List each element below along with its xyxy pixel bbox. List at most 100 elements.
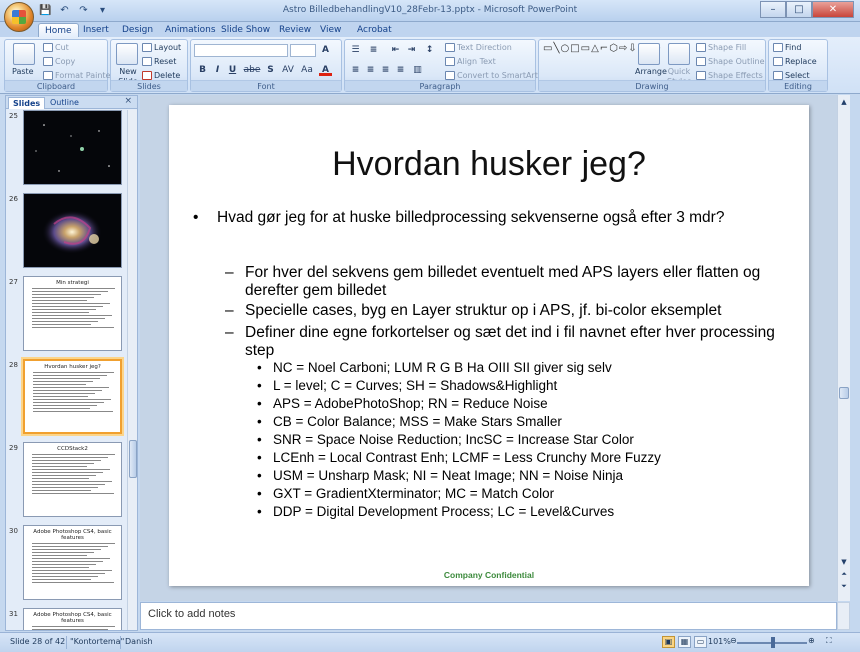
abbreviation-item[interactable]: APS = AdobePhotoShop; RN = Reduce Noise <box>255 395 795 413</box>
abbreviation-item[interactable]: L = level; C = Curves; SH = Shadows&High… <box>255 377 795 395</box>
justify-icon[interactable]: ≡ <box>394 64 407 76</box>
tab-insert[interactable]: Insert <box>77 23 115 37</box>
slide-scrollbar[interactable]: ▲ ▼ ⏶ ⏷ <box>837 95 850 601</box>
new-slide-icon[interactable] <box>116 43 138 65</box>
thumbnail-title: Min strategi <box>56 280 89 286</box>
decrease-indent-icon[interactable]: ⇤ <box>389 44 402 56</box>
align-left-icon[interactable]: ≡ <box>349 64 362 76</box>
cut-button[interactable]: Cut <box>43 43 69 53</box>
slide-sorter-icon[interactable]: ▦ <box>678 636 691 648</box>
shapes-gallery[interactable]: ▭╲○□▭△⌐⬡⇨⇩☆{} <box>543 43 661 79</box>
bullet-level-2[interactable]: Definer dine egne forkortelser og sæt de… <box>225 324 795 360</box>
tab-slides[interactable]: Slides <box>8 97 46 109</box>
tab-acrobat[interactable]: Acrobat <box>351 23 398 37</box>
tab-animations[interactable]: Animations <box>159 23 222 37</box>
tab-home[interactable]: Home <box>38 23 79 37</box>
bullet-level-2[interactable]: Specielle cases, byg en Layer struktur o… <box>225 302 795 320</box>
abbreviation-item[interactable]: USM = Unsharp Mask; NI = Neat Image; NN … <box>255 467 795 485</box>
office-button[interactable] <box>4 2 34 32</box>
change-case-button[interactable]: Aa <box>299 64 315 76</box>
thumbnails-scrollbar[interactable] <box>127 110 137 630</box>
abbreviation-item[interactable]: CB = Color Balance; MSS = Make Stars Sma… <box>255 413 795 431</box>
scroll-up-icon[interactable]: ▲ <box>839 97 849 107</box>
zoom-out-icon[interactable]: ⊖ <box>730 636 737 645</box>
fit-to-window-icon[interactable]: ⛶ <box>826 636 832 646</box>
paste-button[interactable]: Paste <box>12 67 34 77</box>
slide-thumbnail[interactable]: CCDStack2 <box>23 442 122 517</box>
font-color-button[interactable]: A <box>319 64 332 76</box>
copy-button[interactable]: Copy <box>43 57 75 67</box>
underline-button[interactable]: U <box>226 64 239 76</box>
language[interactable]: Danish <box>125 637 153 646</box>
zoom-level[interactable]: 101% <box>708 637 731 646</box>
zoom-in-icon[interactable]: ⊕ <box>808 636 815 645</box>
notes-scrollbar[interactable] <box>837 602 850 630</box>
numbering-icon[interactable]: ≡ <box>367 44 380 56</box>
close-pane-icon[interactable]: × <box>124 96 132 106</box>
align-text-button[interactable]: Align Text <box>445 57 496 67</box>
align-right-icon[interactable]: ≡ <box>379 64 392 76</box>
minimize-button[interactable]: – <box>760 1 786 18</box>
font-size-select[interactable] <box>290 44 316 57</box>
notes-placeholder[interactable]: Click to add notes <box>148 608 235 620</box>
columns-icon[interactable]: ▥ <box>411 64 424 76</box>
undo-icon[interactable]: ↶ <box>57 3 72 18</box>
previous-slide-icon[interactable]: ⏶ <box>839 569 849 579</box>
line-spacing-icon[interactable]: ↕ <box>423 44 436 56</box>
char-spacing-button[interactable]: AV <box>280 64 296 76</box>
replace-button[interactable]: Replace <box>773 57 817 67</box>
shadow-button[interactable]: S <box>264 64 277 76</box>
font-family-select[interactable] <box>194 44 288 57</box>
text-direction-button[interactable]: Text Direction <box>445 43 512 53</box>
arrange-button[interactable]: Arrange <box>635 67 667 77</box>
zoom-slider-knob[interactable] <box>771 637 775 648</box>
slide-thumbnail[interactable] <box>23 110 122 185</box>
scroll-down-icon[interactable]: ▼ <box>839 557 849 567</box>
bullets-icon[interactable]: ☰ <box>349 44 362 56</box>
italic-button[interactable]: I <box>211 64 224 76</box>
save-icon[interactable]: 💾 <box>38 3 53 18</box>
shape-outline-button[interactable]: Shape Outline <box>696 57 765 67</box>
shape-fill-button[interactable]: Shape Fill <box>696 43 746 53</box>
slide-canvas[interactable]: Hvordan husker jeg? Hvad gør jeg for at … <box>169 105 809 586</box>
bold-button[interactable]: B <box>196 64 209 76</box>
slide-thumbnail[interactable]: Adobe Photoshop CS4, basic features <box>23 608 122 630</box>
reset-button[interactable]: Reset <box>142 57 176 67</box>
normal-view-icon[interactable]: ▣ <box>662 636 675 648</box>
slide-thumbnail[interactable] <box>23 193 122 268</box>
slide-scroll-thumb[interactable] <box>839 387 849 399</box>
next-slide-icon[interactable]: ⏷ <box>839 581 849 591</box>
tab-review[interactable]: Review <box>273 23 317 37</box>
grow-font-icon[interactable]: A <box>319 44 332 56</box>
abbreviation-item[interactable]: GXT = GradientXterminator; MC = Match Co… <box>255 485 795 503</box>
bullet-level-1[interactable]: Hvad gør jeg for at huske billedprocessi… <box>191 209 791 227</box>
tab-slide-show[interactable]: Slide Show <box>215 23 276 37</box>
slide-thumbnail[interactable]: Min strategi <box>23 276 122 351</box>
close-button[interactable]: ✕ <box>812 1 854 18</box>
slide-thumbnail[interactable]: Hvordan husker jeg? <box>23 359 122 434</box>
abbreviation-item[interactable]: DDP = Digital Development Process; LC = … <box>255 503 795 521</box>
layout-button[interactable]: Layout <box>142 43 181 53</box>
quick-styles-icon[interactable] <box>668 43 690 65</box>
slide-thumbnail[interactable]: Adobe Photoshop CS4, basic features <box>23 525 122 600</box>
customize-qat-icon[interactable]: ▾ <box>95 3 110 18</box>
find-button[interactable]: Find <box>773 43 801 53</box>
increase-indent-icon[interactable]: ⇥ <box>405 44 418 56</box>
maximize-button[interactable]: □ <box>786 1 812 18</box>
abbreviation-item[interactable]: SNR = Space Noise Reduction; IncSC = Inc… <box>255 431 795 449</box>
arrange-icon[interactable] <box>638 43 660 65</box>
bullet-level-2[interactable]: For hver del sekvens gem billedet eventu… <box>225 264 795 300</box>
scrollbar-thumb[interactable] <box>129 440 137 478</box>
abbreviation-item[interactable]: LCEnh = Local Contrast Enh; LCMF = Less … <box>255 449 795 467</box>
notes-pane[interactable]: Click to add notes <box>140 602 837 630</box>
align-center-icon[interactable]: ≡ <box>364 64 377 76</box>
tab-outline[interactable]: Outline <box>46 97 83 109</box>
tab-design[interactable]: Design <box>116 23 159 37</box>
abbreviation-item[interactable]: NC = Noel Carboni; LUM R G B Ha OIII SII… <box>255 359 795 377</box>
tab-view[interactable]: View <box>314 23 347 37</box>
redo-icon[interactable]: ↷ <box>76 3 91 18</box>
slide-title[interactable]: Hvordan husker jeg? <box>169 145 809 184</box>
strikethrough-button[interactable]: abe <box>242 64 262 76</box>
slide-show-icon[interactable]: ▭ <box>694 636 707 648</box>
paste-icon[interactable] <box>13 43 35 65</box>
